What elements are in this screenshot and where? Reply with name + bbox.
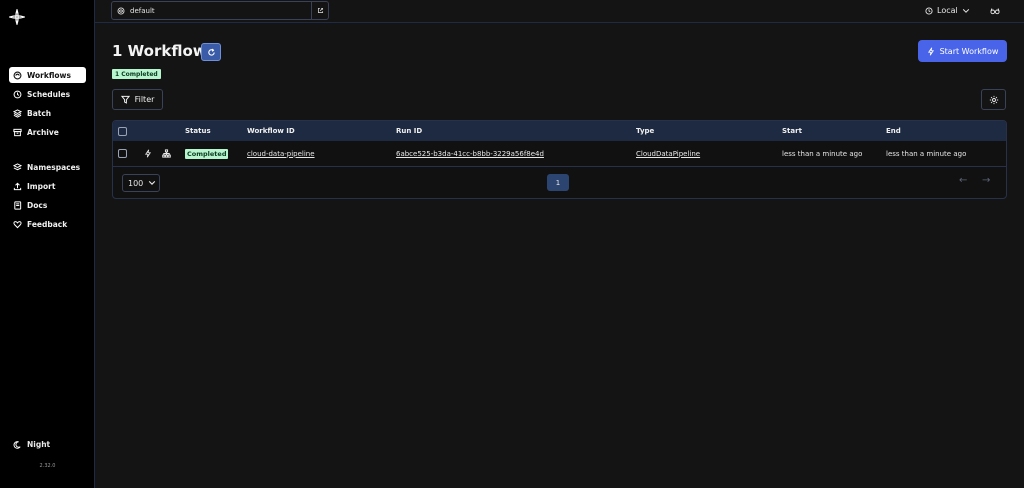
- sidebar-item-label: Docs: [27, 200, 48, 210]
- column-header-end[interactable]: End: [886, 121, 901, 141]
- book-icon: [14, 200, 22, 210]
- namespace-select[interactable]: default: [111, 1, 329, 20]
- bolt-icon: [144, 149, 152, 158]
- workflow-id-link[interactable]: cloud-data-pipeline: [247, 150, 315, 158]
- sidebar-item-namespaces[interactable]: Namespaces: [9, 159, 86, 175]
- external-link-icon: [317, 7, 323, 14]
- start-time: less than a minute ago: [782, 149, 863, 158]
- namespace-external-link-button[interactable]: [311, 2, 328, 19]
- table-row[interactable]: Completed cloud-data-pipeline 6abce525-b…: [113, 141, 1006, 167]
- primary-nav: Workflows Schedules Batch Archive: [9, 67, 86, 143]
- upload-icon: [13, 182, 22, 190]
- glasses-icon: [990, 8, 1000, 15]
- namespace-icon: [117, 7, 125, 14]
- sidebar-item-batch[interactable]: Batch: [9, 105, 86, 121]
- column-header-run-id[interactable]: Run ID: [396, 121, 422, 141]
- tree-icon: [162, 149, 171, 158]
- top-bar: default Local: [95, 0, 1024, 23]
- app-version: 2.32.0: [39, 463, 56, 469]
- sidebar: Workflows Schedules Batch Archive Namesp…: [0, 0, 95, 488]
- workflows-table: Status Workflow ID Run ID Type Start End…: [112, 120, 1007, 199]
- reset-action-button[interactable]: [144, 141, 152, 166]
- namespace-value: default: [130, 6, 155, 15]
- start-workflow-button[interactable]: Start Workflow: [918, 40, 1007, 62]
- sidebar-item-feedback[interactable]: Feedback: [9, 216, 86, 232]
- chevron-down-icon: [962, 8, 969, 13]
- sidebar-item-label: Schedules: [27, 89, 71, 99]
- column-header-type[interactable]: Type: [636, 121, 654, 141]
- sidebar-item-label: Feedback: [27, 219, 68, 229]
- archive-icon: [13, 128, 22, 136]
- filter-icon: [120, 95, 130, 104]
- workflows-icon: [13, 71, 22, 79]
- row-checkbox[interactable]: [118, 149, 127, 158]
- sidebar-item-archive[interactable]: Archive: [9, 124, 86, 140]
- moon-icon: [13, 440, 21, 449]
- per-page-select[interactable]: 100: [122, 174, 160, 192]
- user-menu-button[interactable]: [990, 6, 1000, 16]
- clock-icon: [13, 90, 22, 98]
- sidebar-item-schedules[interactable]: Schedules: [9, 86, 86, 102]
- secondary-nav: Namespaces Import Docs Feedback: [9, 159, 86, 235]
- end-time: less than a minute ago: [886, 149, 967, 158]
- theme-label: Night: [27, 440, 51, 449]
- gear-icon: [989, 95, 998, 104]
- column-header-status[interactable]: Status: [185, 121, 211, 141]
- clock-icon: [925, 6, 933, 15]
- pagination-bar: 100 1 ← →: [113, 167, 1006, 198]
- temporal-logo-icon[interactable]: [9, 9, 25, 25]
- sidebar-item-docs[interactable]: Docs: [9, 197, 86, 213]
- page-button[interactable]: 1: [547, 174, 569, 191]
- filter-button[interactable]: Filter: [112, 89, 163, 110]
- run-id-link[interactable]: 6abce525-b3da-41cc-b8bb-3229a56f8e4d: [396, 150, 544, 158]
- bolt-icon: [927, 47, 934, 55]
- start-workflow-label: Start Workflow: [939, 46, 999, 56]
- sidebar-item-label: Namespaces: [27, 162, 81, 172]
- namespaces-icon: [13, 162, 22, 170]
- sidebar-item-workflows[interactable]: Workflows: [9, 67, 86, 83]
- sidebar-item-import[interactable]: Import: [9, 178, 86, 194]
- per-page-value: 100: [128, 178, 144, 188]
- sidebar-item-label: Batch: [27, 108, 52, 118]
- filter-label: Filter: [134, 95, 155, 104]
- theme-toggle[interactable]: Night: [13, 440, 50, 449]
- table-header: Status Workflow ID Run ID Type Start End: [113, 121, 1006, 141]
- next-page-arrow-icon[interactable]: →: [982, 175, 990, 186]
- refresh-button[interactable]: [201, 43, 221, 61]
- select-all-checkbox[interactable]: [118, 126, 127, 136]
- column-header-start[interactable]: Start: [782, 121, 802, 141]
- status-count-badge: 1 Completed: [112, 69, 161, 79]
- table-settings-button[interactable]: [981, 89, 1006, 110]
- sidebar-item-label: Import: [27, 181, 56, 191]
- previous-page-arrow-icon[interactable]: ←: [959, 175, 967, 186]
- child-workflows-button[interactable]: [162, 141, 171, 166]
- status-badge: Completed: [185, 148, 229, 159]
- sidebar-item-label: Archive: [27, 127, 59, 137]
- environment-dropdown[interactable]: Local: [925, 6, 970, 15]
- environment-label: Local: [937, 6, 958, 15]
- column-header-workflow-id[interactable]: Workflow ID: [247, 121, 295, 141]
- refresh-icon: [207, 48, 215, 56]
- layers-icon: [13, 108, 22, 118]
- chevron-down-icon: [149, 181, 156, 185]
- heart-icon: [13, 220, 22, 228]
- workflow-type-link[interactable]: CloudDataPipeline: [636, 150, 700, 158]
- sidebar-item-label: Workflows: [27, 70, 71, 80]
- page-title: 1 Workflow: [112, 42, 207, 60]
